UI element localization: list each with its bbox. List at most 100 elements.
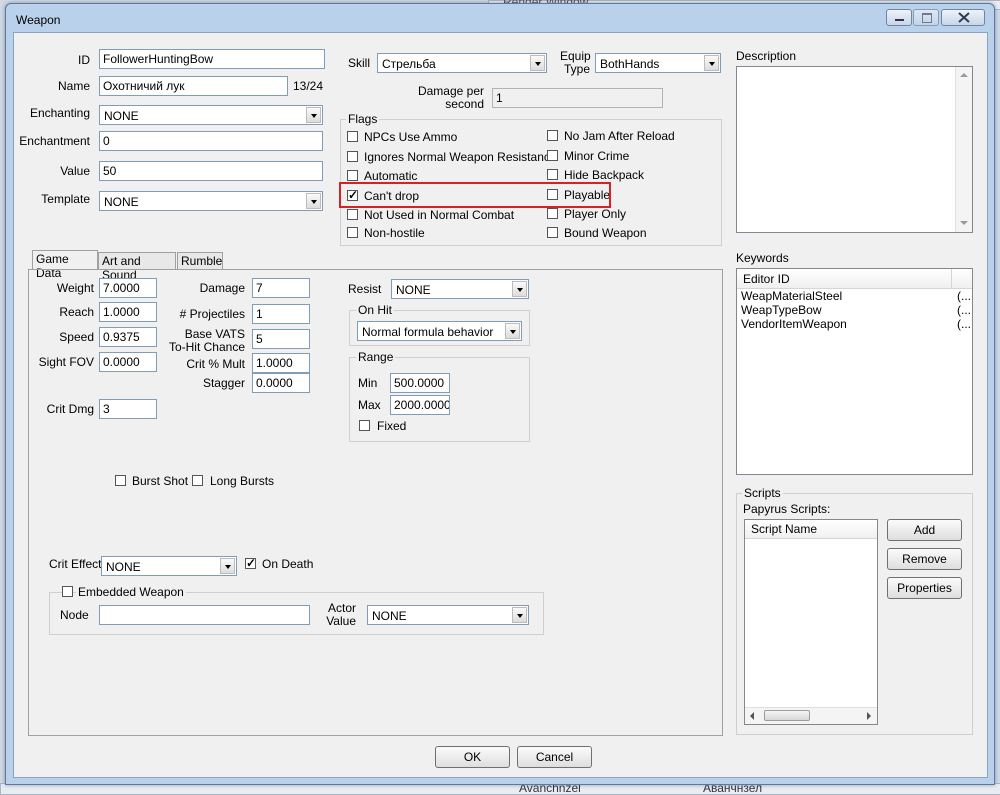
projectiles-field[interactable]: 1 (252, 304, 310, 324)
keyword-row[interactable]: VendorItemWeapon (... (737, 317, 972, 331)
equip-type-label-1: Equip (560, 49, 591, 63)
keyword-extra: (... (957, 303, 971, 317)
scrollbar-thumb[interactable] (764, 710, 810, 721)
flag-checkbox[interactable] (547, 227, 558, 238)
chevron-down-icon[interactable] (512, 281, 527, 297)
chevron-down-icon[interactable] (220, 558, 235, 574)
chevron-down-icon[interactable] (530, 55, 545, 71)
template-value: NONE (104, 195, 139, 209)
chevron-down-icon[interactable] (704, 55, 719, 71)
name-label: Name (57, 79, 90, 93)
node-field[interactable] (99, 605, 310, 625)
tab-art-and-sound[interactable]: Art and Sound (98, 252, 176, 282)
burst-shot-checkbox[interactable] (115, 475, 126, 486)
on-death-checkbox[interactable] (245, 556, 256, 570)
flag-checkbox[interactable] (547, 169, 558, 180)
embedded-weapon-checkbox[interactable] (62, 586, 73, 597)
dps-label-1: Damage per (417, 84, 484, 98)
keywords-col-editor-id[interactable]: Editor ID (743, 272, 790, 286)
vats-field[interactable]: 5 (252, 329, 310, 349)
resist-value: NONE (396, 283, 431, 297)
actor-value-label-2: Value (326, 614, 356, 628)
id-field[interactable]: FollowerHuntingBow (99, 49, 325, 69)
keyword-row[interactable]: WeapTypeBow (... (737, 303, 972, 317)
scripts-hscrollbar[interactable] (745, 707, 877, 724)
scripts-header: Script Name (745, 520, 877, 539)
on-hit-dropdown[interactable]: Normal formula behavior (357, 321, 522, 341)
long-bursts-checkbox[interactable] (192, 475, 203, 486)
flag-label: Player Only (564, 207, 627, 221)
actor-value-label-1: Actor (327, 601, 356, 615)
scroll-down-icon[interactable] (960, 221, 968, 225)
value-field[interactable]: 50 (99, 161, 323, 181)
scroll-left-icon[interactable] (750, 712, 754, 720)
description-label: Description (736, 49, 797, 63)
flag-label: Automatic (364, 169, 418, 183)
actor-value-dropdown[interactable]: NONE (367, 605, 529, 625)
resist-dropdown[interactable]: NONE (391, 279, 529, 299)
scroll-up-icon[interactable] (960, 73, 968, 77)
chevron-down-icon[interactable] (505, 323, 520, 339)
flag-checkbox[interactable] (347, 227, 358, 238)
flag-label: No Jam After Reload (564, 129, 675, 143)
close-icon (958, 12, 970, 23)
damage-field[interactable]: 7 (252, 278, 310, 298)
description-textbox[interactable] (736, 66, 973, 233)
flag-checkbox[interactable] (347, 170, 358, 181)
tab-game-data[interactable]: Game Data (32, 250, 98, 280)
on-death-label: On Death (262, 557, 314, 571)
equip-type-dropdown[interactable]: BothHands (595, 53, 721, 73)
remove-script-button[interactable]: Remove (887, 548, 962, 570)
enchantment-field[interactable]: 0 (99, 131, 323, 151)
flag-checkbox[interactable] (347, 151, 358, 162)
close-button[interactable] (941, 9, 985, 26)
cancel-button[interactable]: Cancel (517, 746, 592, 768)
projectiles-label: # Projectiles (179, 307, 245, 321)
chevron-down-icon[interactable] (512, 607, 527, 623)
equip-type-label-2: Type (564, 62, 591, 76)
maximize-button[interactable] (913, 9, 939, 26)
weight-field[interactable]: 7.0000 (99, 278, 157, 298)
value-label: Value (60, 164, 90, 178)
flag-checkbox[interactable] (547, 150, 558, 161)
weight-label: Weight (56, 281, 94, 295)
minimize-icon (895, 19, 904, 21)
skill-dropdown[interactable]: Стрельба (377, 53, 547, 73)
flag-checkbox[interactable] (547, 208, 558, 219)
keywords-list[interactable]: Editor ID WeapMaterialSteel (... WeapTypeB… (736, 268, 973, 475)
on-hit-value: Normal formula behavior (362, 325, 494, 339)
range-min-field[interactable]: 500.0000 (390, 373, 450, 393)
ok-button[interactable]: OK (435, 746, 510, 768)
maximize-icon (922, 13, 932, 23)
fixed-checkbox[interactable] (359, 420, 370, 431)
keyword-row[interactable]: WeapMaterialSteel (... (737, 289, 972, 303)
script-properties-button[interactable]: Properties (887, 577, 962, 599)
description-scrollbar[interactable] (955, 67, 972, 232)
minimize-button[interactable] (886, 9, 912, 26)
title-bar[interactable]: Weapon (6, 4, 994, 32)
chevron-down-icon[interactable] (306, 193, 321, 209)
flag-checkbox[interactable] (347, 209, 358, 220)
flag-checkbox[interactable] (347, 131, 358, 142)
name-char-count: 13/24 (293, 79, 324, 93)
scripts-col-name[interactable]: Script Name (751, 522, 817, 536)
dps-field: 1 (492, 88, 663, 108)
flag-label: Minor Crime (564, 149, 630, 163)
enchanting-dropdown[interactable]: NONE (99, 105, 323, 125)
scripts-list[interactable]: Script Name (744, 519, 878, 725)
crit-mult-field[interactable]: 1.0000 (252, 353, 310, 373)
scroll-right-icon[interactable] (867, 712, 871, 720)
template-label: Template (41, 192, 90, 206)
name-field[interactable]: Охотничий лук (99, 76, 288, 96)
range-max-field[interactable]: 2000.0000 (390, 395, 450, 415)
flag-checkbox[interactable] (547, 130, 558, 141)
stagger-field[interactable]: 0.0000 (252, 373, 310, 393)
add-script-button[interactable]: Add (887, 519, 962, 541)
tab-rumble[interactable]: Rumble (177, 252, 223, 270)
reach-field[interactable]: 1.0000 (99, 302, 157, 322)
flag-label: Not Used in Normal Combat (364, 208, 515, 222)
crit-dmg-field[interactable]: 3 (99, 399, 157, 419)
template-dropdown[interactable]: NONE (99, 191, 323, 211)
crit-effect-dropdown[interactable]: NONE (101, 556, 237, 576)
chevron-down-icon[interactable] (306, 107, 321, 123)
